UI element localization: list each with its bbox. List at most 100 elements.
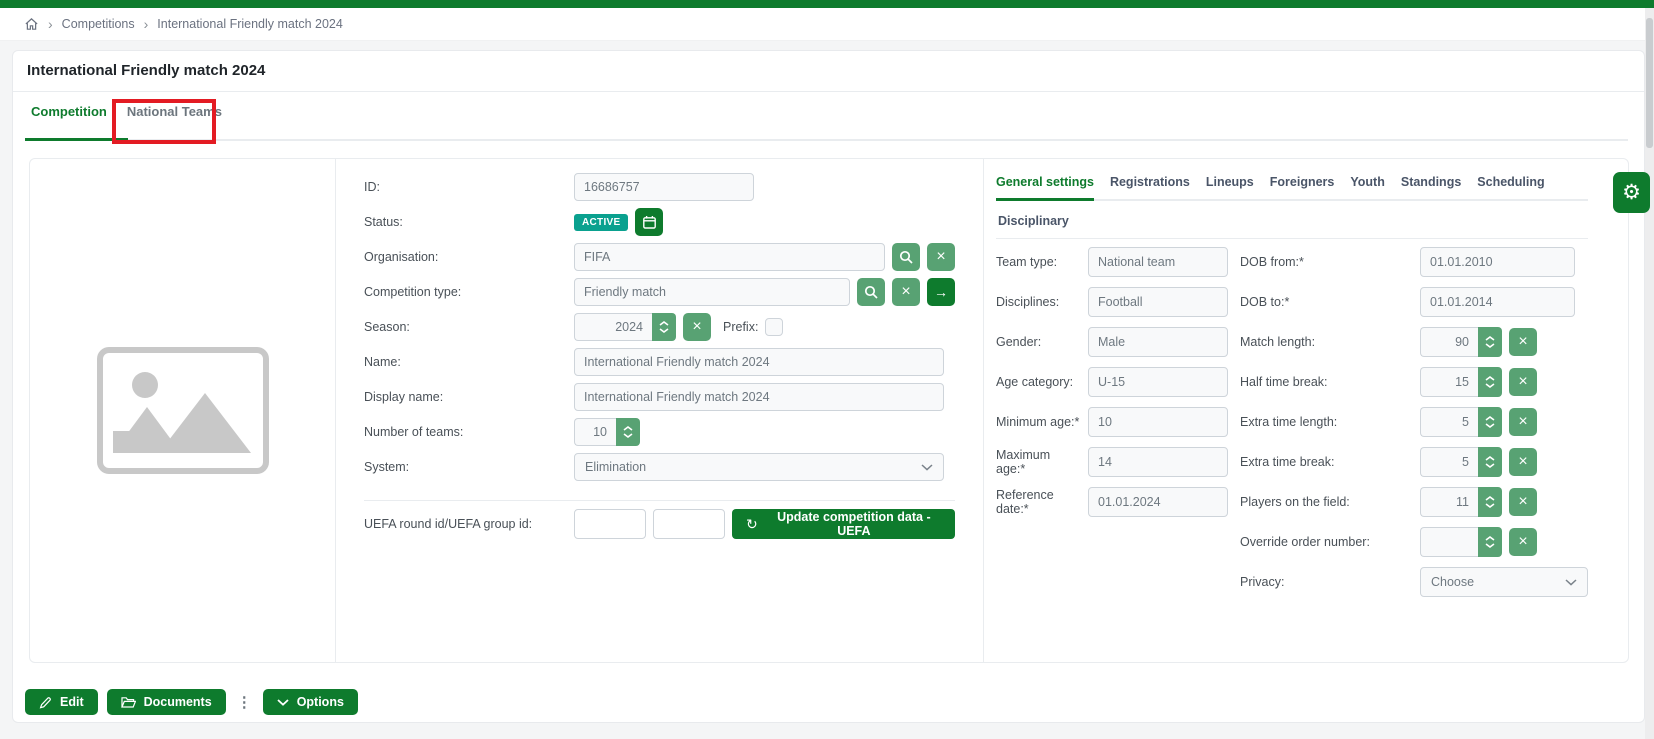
settings-row: Disciplines: DOB to:*	[996, 287, 1588, 317]
team-type-input[interactable]	[1088, 247, 1228, 277]
chevron-up-icon	[623, 426, 633, 431]
id-input[interactable]	[574, 173, 754, 201]
kebab-menu-icon[interactable]: ⋮	[235, 693, 254, 711]
settings-tab-foreigners[interactable]: Foreigners	[1270, 175, 1335, 201]
page-title: International Friendly match 2024	[27, 62, 265, 79]
system-select-value: Elimination	[585, 460, 646, 474]
organisation-clear-button[interactable]: ×	[927, 243, 955, 271]
half-time-break-stepper[interactable]	[1478, 367, 1502, 397]
prefix-checkbox[interactable]	[765, 318, 783, 336]
season-clear-button[interactable]: ×	[683, 313, 711, 341]
settings-tab-general-settings[interactable]: General settings	[996, 175, 1094, 201]
settings-tab-registrations[interactable]: Registrations	[1110, 175, 1190, 201]
settings-gear-button[interactable]: ⚙	[1613, 172, 1650, 213]
tabs-underline	[25, 139, 1628, 141]
tabs-underline-active	[25, 138, 128, 141]
dob-to-label: DOB to:*	[1238, 295, 1420, 309]
extra-time-length-label: Extra time length:	[1238, 415, 1420, 429]
reference-date-input[interactable]	[1088, 487, 1228, 517]
gender-input[interactable]	[1088, 327, 1228, 357]
maximum-age-input[interactable]	[1088, 447, 1228, 477]
override-order-clear-button[interactable]: ×	[1509, 528, 1537, 556]
organisation-search-button[interactable]	[892, 243, 920, 271]
status-history-button[interactable]	[635, 208, 663, 236]
home-icon[interactable]	[24, 17, 39, 32]
settings-tab-standings[interactable]: Standings	[1401, 175, 1461, 201]
status-badge: ACTIVE	[574, 214, 628, 231]
image-placeholder-icon	[97, 347, 269, 474]
uefa-group-id-input[interactable]	[653, 509, 725, 539]
extra-time-break-stepper[interactable]	[1478, 447, 1502, 477]
competition-type-input[interactable]	[574, 278, 850, 306]
form-row-season: Season: × Prefix:	[364, 313, 955, 341]
season-input[interactable]	[574, 313, 652, 341]
close-icon: ×	[1518, 374, 1527, 390]
age-category-input[interactable]	[1088, 367, 1228, 397]
minimum-age-input[interactable]	[1088, 407, 1228, 437]
players-on-field-clear-button[interactable]: ×	[1509, 488, 1537, 516]
breadcrumb-separator-icon: ›	[144, 17, 149, 31]
dob-from-input[interactable]	[1420, 247, 1575, 277]
extra-time-length-clear-button[interactable]: ×	[1509, 408, 1537, 436]
match-length-clear-button[interactable]: ×	[1509, 328, 1537, 356]
update-competition-data-uefa-button[interactable]: ↻ Update competition data - UEFA	[732, 509, 955, 539]
edit-button[interactable]: Edit	[25, 689, 98, 715]
privacy-select[interactable]: Choose	[1420, 567, 1588, 597]
documents-button-label: Documents	[144, 695, 212, 709]
search-icon	[864, 285, 878, 299]
form-row-id: ID:	[364, 173, 955, 201]
close-icon: ×	[692, 319, 701, 335]
number-of-teams-stepper[interactable]	[616, 418, 640, 446]
calendar-icon	[642, 215, 657, 230]
players-on-field-stepper[interactable]	[1478, 487, 1502, 517]
extra-time-length-input[interactable]	[1420, 407, 1478, 437]
competition-type-clear-button[interactable]: ×	[892, 278, 920, 306]
extra-time-break-clear-button[interactable]: ×	[1509, 448, 1537, 476]
competition-type-search-button[interactable]	[857, 278, 885, 306]
scrollbar-thumb[interactable]	[1646, 18, 1653, 148]
breadcrumb-link-competitions[interactable]: Competitions	[62, 17, 135, 31]
tab-national-teams[interactable]: National Teams	[125, 104, 224, 119]
organisation-input[interactable]	[574, 243, 885, 271]
season-stepper[interactable]	[652, 313, 676, 341]
settings-tab-scheduling[interactable]: Scheduling	[1477, 175, 1544, 201]
number-of-teams-input[interactable]	[574, 418, 616, 446]
chevron-down-icon	[1485, 423, 1495, 428]
extra-time-break-input[interactable]	[1420, 447, 1478, 477]
arrow-right-icon: →	[934, 285, 948, 299]
organisation-label: Organisation:	[364, 250, 574, 264]
system-select[interactable]: Elimination	[574, 453, 944, 481]
display-name-label: Display name:	[364, 390, 574, 404]
half-time-break-clear-button[interactable]: ×	[1509, 368, 1537, 396]
chevron-up-icon	[1485, 536, 1495, 541]
match-length-stepper[interactable]	[1478, 327, 1502, 357]
override-order-stepper[interactable]	[1478, 527, 1502, 557]
dob-to-input[interactable]	[1420, 287, 1575, 317]
form-row-organisation: Organisation: ×	[364, 243, 955, 271]
settings-tab-youth[interactable]: Youth	[1350, 175, 1384, 201]
documents-button[interactable]: Documents	[107, 689, 226, 715]
override-order-input[interactable]	[1420, 527, 1478, 557]
extra-time-length-stepper[interactable]	[1478, 407, 1502, 437]
settings-row: Privacy: Choose	[996, 567, 1588, 597]
name-input[interactable]	[574, 348, 944, 376]
age-category-label: Age category:	[996, 375, 1088, 389]
scrollbar-track[interactable]	[1645, 8, 1654, 739]
settings-tab-lineups[interactable]: Lineups	[1206, 175, 1254, 201]
chevron-down-icon	[921, 464, 933, 471]
dob-from-label: DOB from:*	[1238, 255, 1420, 269]
chevron-up-icon	[1485, 416, 1495, 421]
status-label: Status:	[364, 215, 574, 229]
players-on-field-input[interactable]	[1420, 487, 1478, 517]
options-button[interactable]: Options	[263, 689, 358, 715]
team-type-label: Team type:	[996, 255, 1088, 269]
match-length-input[interactable]	[1420, 327, 1478, 357]
display-name-input[interactable]	[574, 383, 944, 411]
disciplines-input[interactable]	[1088, 287, 1228, 317]
uefa-round-id-input[interactable]	[574, 509, 646, 539]
half-time-break-input[interactable]	[1420, 367, 1478, 397]
main-tabs: Competition National Teams	[29, 104, 224, 119]
action-bar: Edit Documents ⋮ Options	[25, 689, 358, 715]
tab-competition[interactable]: Competition	[29, 104, 109, 119]
competition-type-open-button[interactable]: →	[927, 278, 955, 306]
